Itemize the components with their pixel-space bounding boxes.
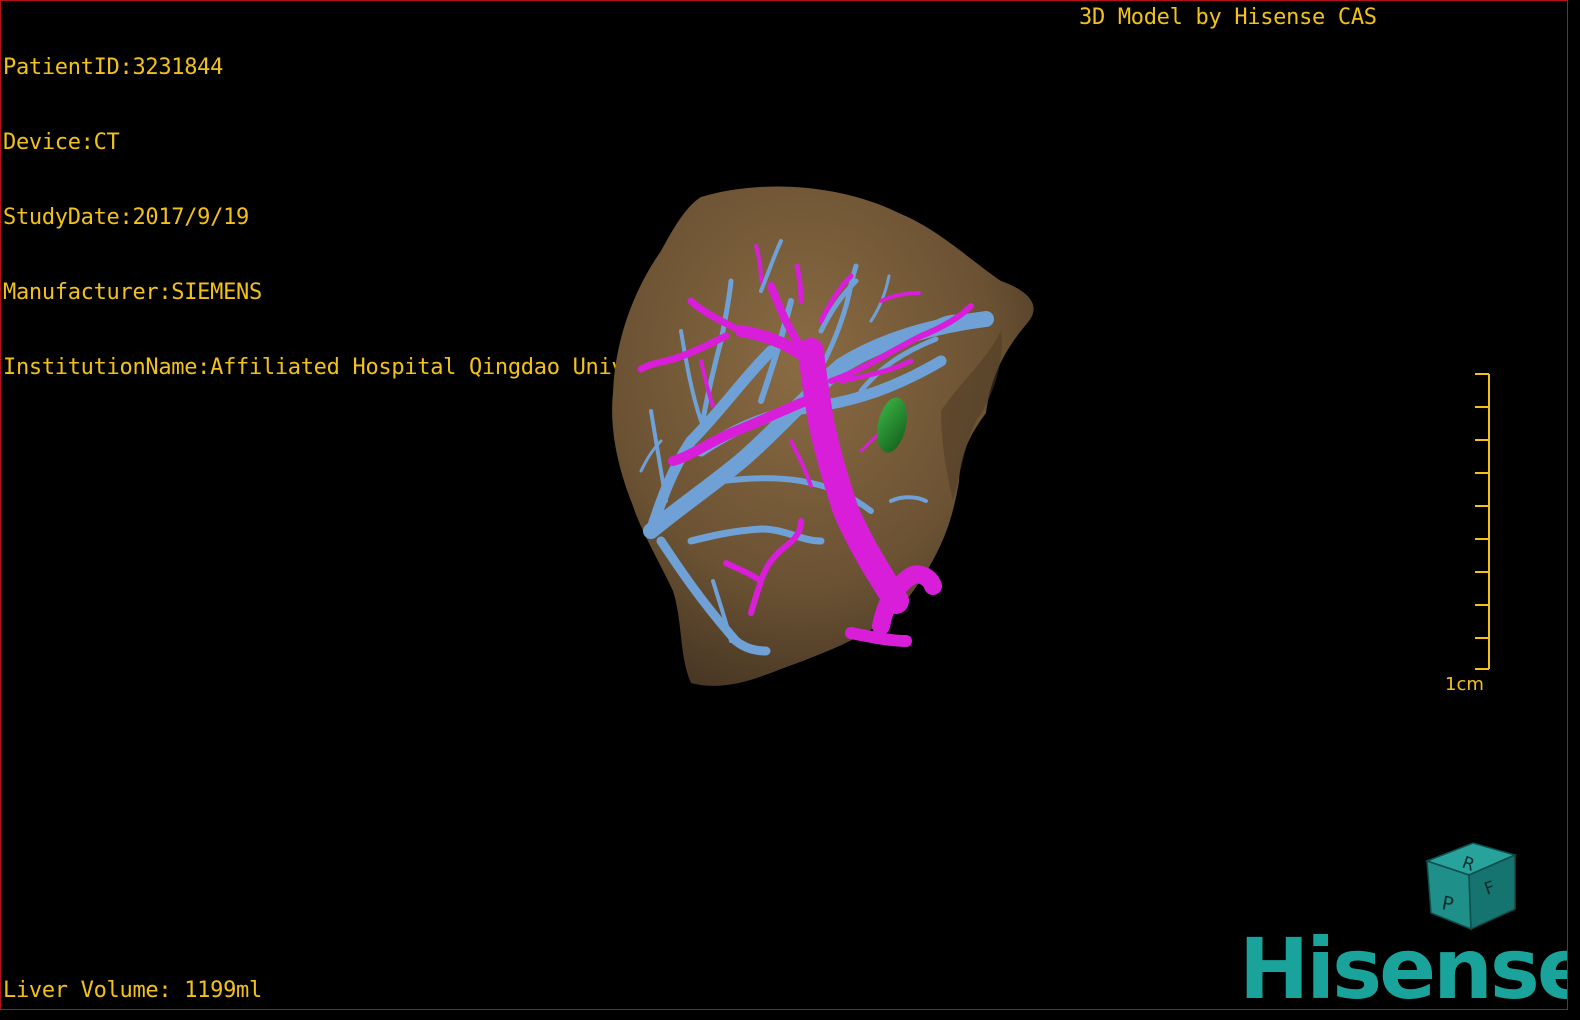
liver-volume-text: Liver Volume: 1199ml <box>3 978 262 1003</box>
liver-3d-model[interactable] <box>1 1 1568 1010</box>
scale-bar-label: 1cm <box>1445 674 1484 695</box>
hisense-logo: Hisense <box>1239 920 1568 1010</box>
3d-viewport[interactable]: PatientID:3231844 Device:CT StudyDate:20… <box>0 0 1568 1010</box>
scale-bar <box>1475 373 1490 670</box>
